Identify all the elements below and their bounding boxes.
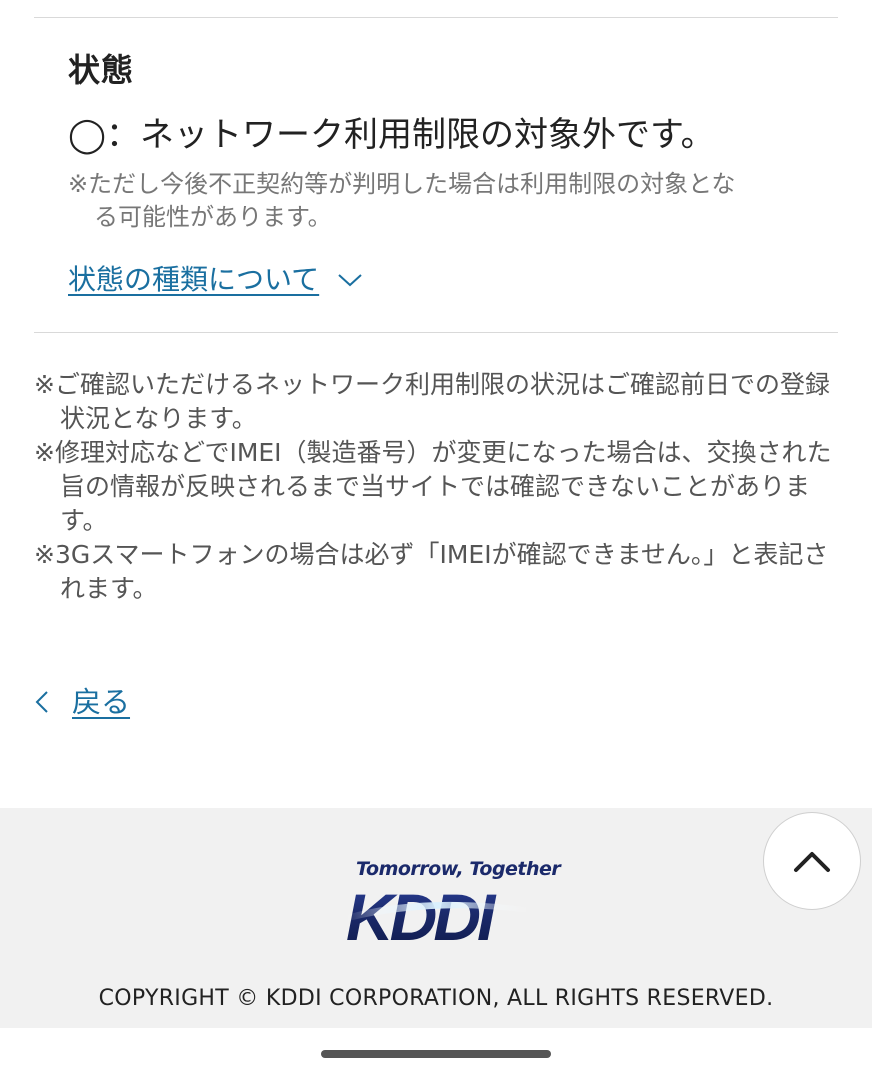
logo-wordmark: KDDI <box>346 886 497 948</box>
notes-list: ※ご確認いただけるネットワーク利用制限の状況はご確認前日での登録状況となります。… <box>34 368 834 606</box>
footer: Tomorrow, Together KDDI COPYRIGHT © KDDI… <box>0 808 872 1028</box>
scroll-to-top-button[interactable] <box>763 812 861 910</box>
kddi-logo[interactable]: Tomorrow, Together KDDI <box>340 858 561 958</box>
status-types-toggle[interactable]: 状態の種類について <box>68 258 363 302</box>
status-result: ◯：ネットワーク利用制限の対象外です。 <box>68 115 715 155</box>
back-link[interactable]: 戻る <box>72 682 130 722</box>
status-heading: 状態 <box>68 51 135 89</box>
status-note: ※ただし今後不正契約等が判明した場合は利用制限の対象とな る可能性があります。 <box>68 168 808 234</box>
section-divider <box>34 332 838 333</box>
note-item: ※修理対応などでIMEI（製造番号）が変更になった場合は、交換された旨の情報が反… <box>34 438 832 535</box>
chevron-left-icon <box>35 691 48 713</box>
status-note-line-2: る可能性があります。 <box>94 203 332 231</box>
chevron-down-icon <box>338 274 362 287</box>
status-note-line-1: ※ただし今後不正契約等が判明した場合は利用制限の対象とな <box>68 170 736 198</box>
page: 状態 ◯：ネットワーク利用制限の対象外です。 ※ただし今後不正契約等が判明した場… <box>0 0 872 1080</box>
back-nav[interactable]: 戻る <box>34 680 130 724</box>
status-types-link[interactable]: 状態の種類について <box>68 260 319 300</box>
home-indicator[interactable] <box>321 1050 551 1058</box>
note-item: ※ご確認いただけるネットワーク利用制限の状況はご確認前日での登録状況となります。 <box>34 370 830 433</box>
top-divider <box>34 17 838 18</box>
kddi-logo-mark: KDDI <box>344 886 530 948</box>
chevron-up-icon <box>794 852 830 872</box>
copyright-text: COPYRIGHT © KDDI CORPORATION, ALL RIGHTS… <box>98 986 774 1011</box>
note-item: ※3Gスマートフォンの場合は必ず「IMEIが確認できません。」と表記されます。 <box>34 540 829 603</box>
logo-tagline: Tomorrow, Together <box>356 858 561 880</box>
